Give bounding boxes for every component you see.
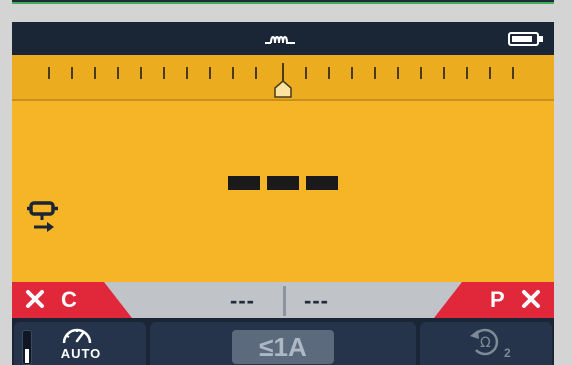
battery-icon xyxy=(508,32,543,46)
reading-dash xyxy=(267,176,299,190)
ohm-subscript: 2 xyxy=(504,346,511,360)
inductor-coil-icon xyxy=(265,36,295,45)
rotate-ohm-softkey[interactable]: Ω 2 xyxy=(420,322,552,365)
close-icon[interactable] xyxy=(25,289,45,309)
analog-scale xyxy=(12,55,554,101)
status-bar xyxy=(12,22,554,55)
secondary-readout: --- --- xyxy=(222,286,352,316)
auto-softkey[interactable]: AUTO xyxy=(14,322,146,365)
current-limit-softkey[interactable]: ≤1A xyxy=(150,322,416,365)
test-lead-arrow-icon xyxy=(27,201,58,232)
close-icon[interactable] xyxy=(521,289,541,309)
gauge-icon xyxy=(62,328,92,344)
reading-dash xyxy=(228,176,260,190)
rotate-ohm-icon: Ω xyxy=(470,328,499,356)
reading-dash xyxy=(306,176,338,190)
left-lead-label: C xyxy=(61,287,77,312)
right-lead-label: P xyxy=(490,287,505,312)
measurement-screen xyxy=(12,55,554,282)
meter-device: C --- --- P AUTO ≤1A Ω 2 xyxy=(12,22,554,365)
current-limit-label: ≤1A xyxy=(232,330,334,364)
ohm-symbol: Ω xyxy=(480,335,491,351)
secondary-value-right: --- xyxy=(304,288,329,313)
readout-divider xyxy=(283,286,286,316)
pentagon-pointer-icon xyxy=(274,80,292,98)
softkey-bar: AUTO ≤1A Ω 2 xyxy=(12,318,554,365)
auto-label: AUTO xyxy=(60,346,102,361)
top-strip xyxy=(12,0,554,4)
main-reading xyxy=(228,176,340,190)
level-bar-icon xyxy=(22,330,32,365)
secondary-value-left: --- xyxy=(230,288,255,313)
lower-band: C --- --- P xyxy=(12,282,554,318)
